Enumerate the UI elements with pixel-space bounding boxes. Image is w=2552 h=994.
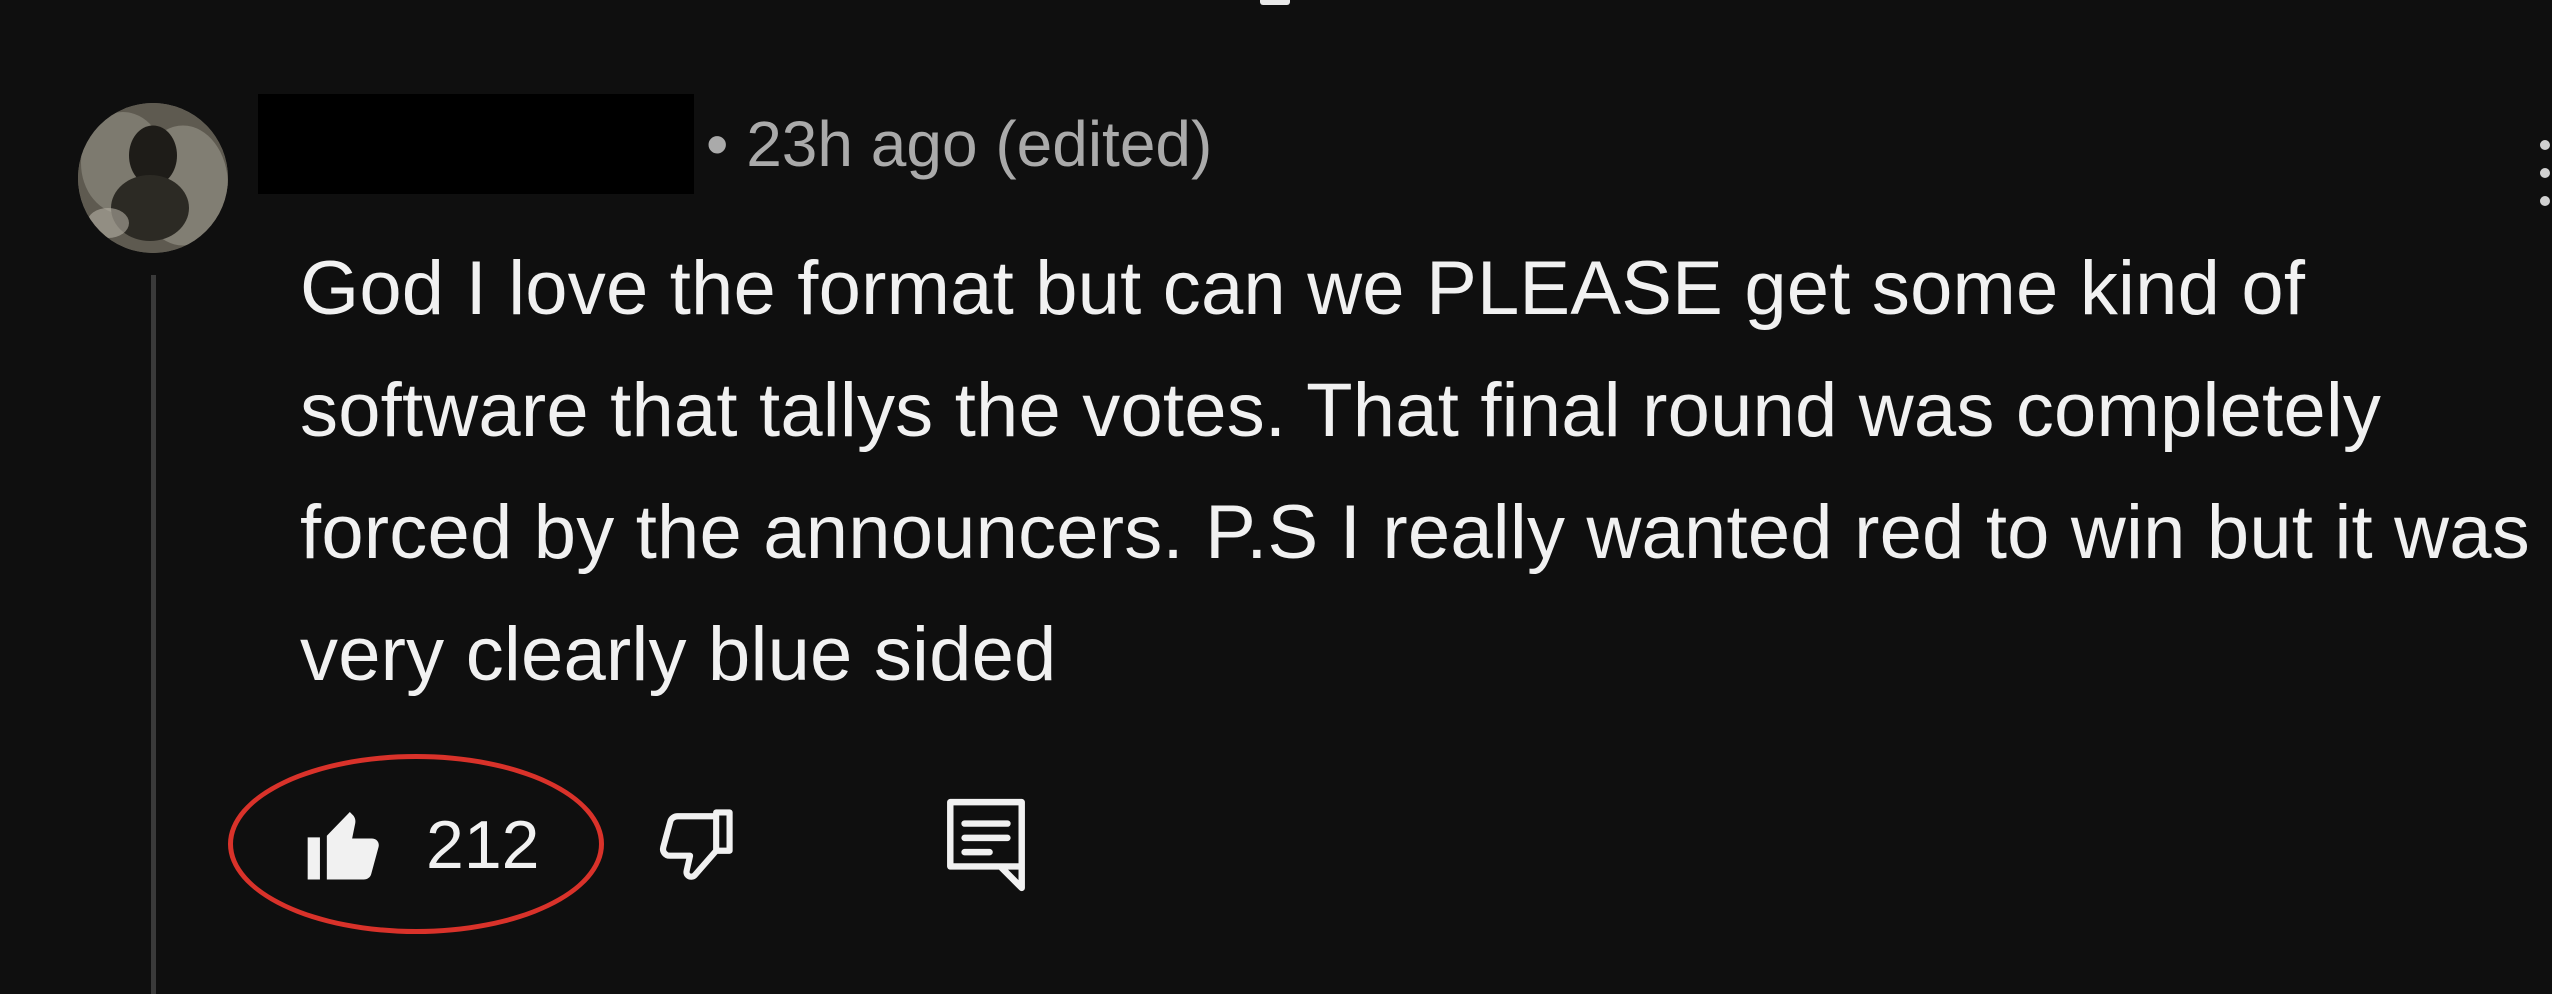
comment-timestamp[interactable]: • 23h ago (edited) (706, 107, 1212, 181)
author-name-redacted[interactable] (258, 94, 694, 194)
comment-actions: 212 (300, 795, 1029, 895)
thumbs-down-icon (660, 809, 734, 880)
like-count: 212 (426, 807, 540, 883)
top-edge-marker (1260, 0, 1290, 5)
avatar-image (78, 103, 228, 253)
reply-comment-icon (947, 798, 1026, 892)
reply-button[interactable] (943, 795, 1029, 895)
thumbs-up-icon (307, 812, 379, 880)
like-button[interactable]: 212 (300, 799, 539, 891)
dislike-button[interactable] (651, 799, 743, 891)
thread-line (151, 275, 156, 994)
avatar[interactable] (78, 103, 228, 253)
more-options-icon[interactable] (2540, 140, 2552, 220)
comment-text: God I love the format but can we PLEASE … (300, 246, 2530, 697)
comment-header: • 23h ago (edited) (258, 94, 1212, 194)
